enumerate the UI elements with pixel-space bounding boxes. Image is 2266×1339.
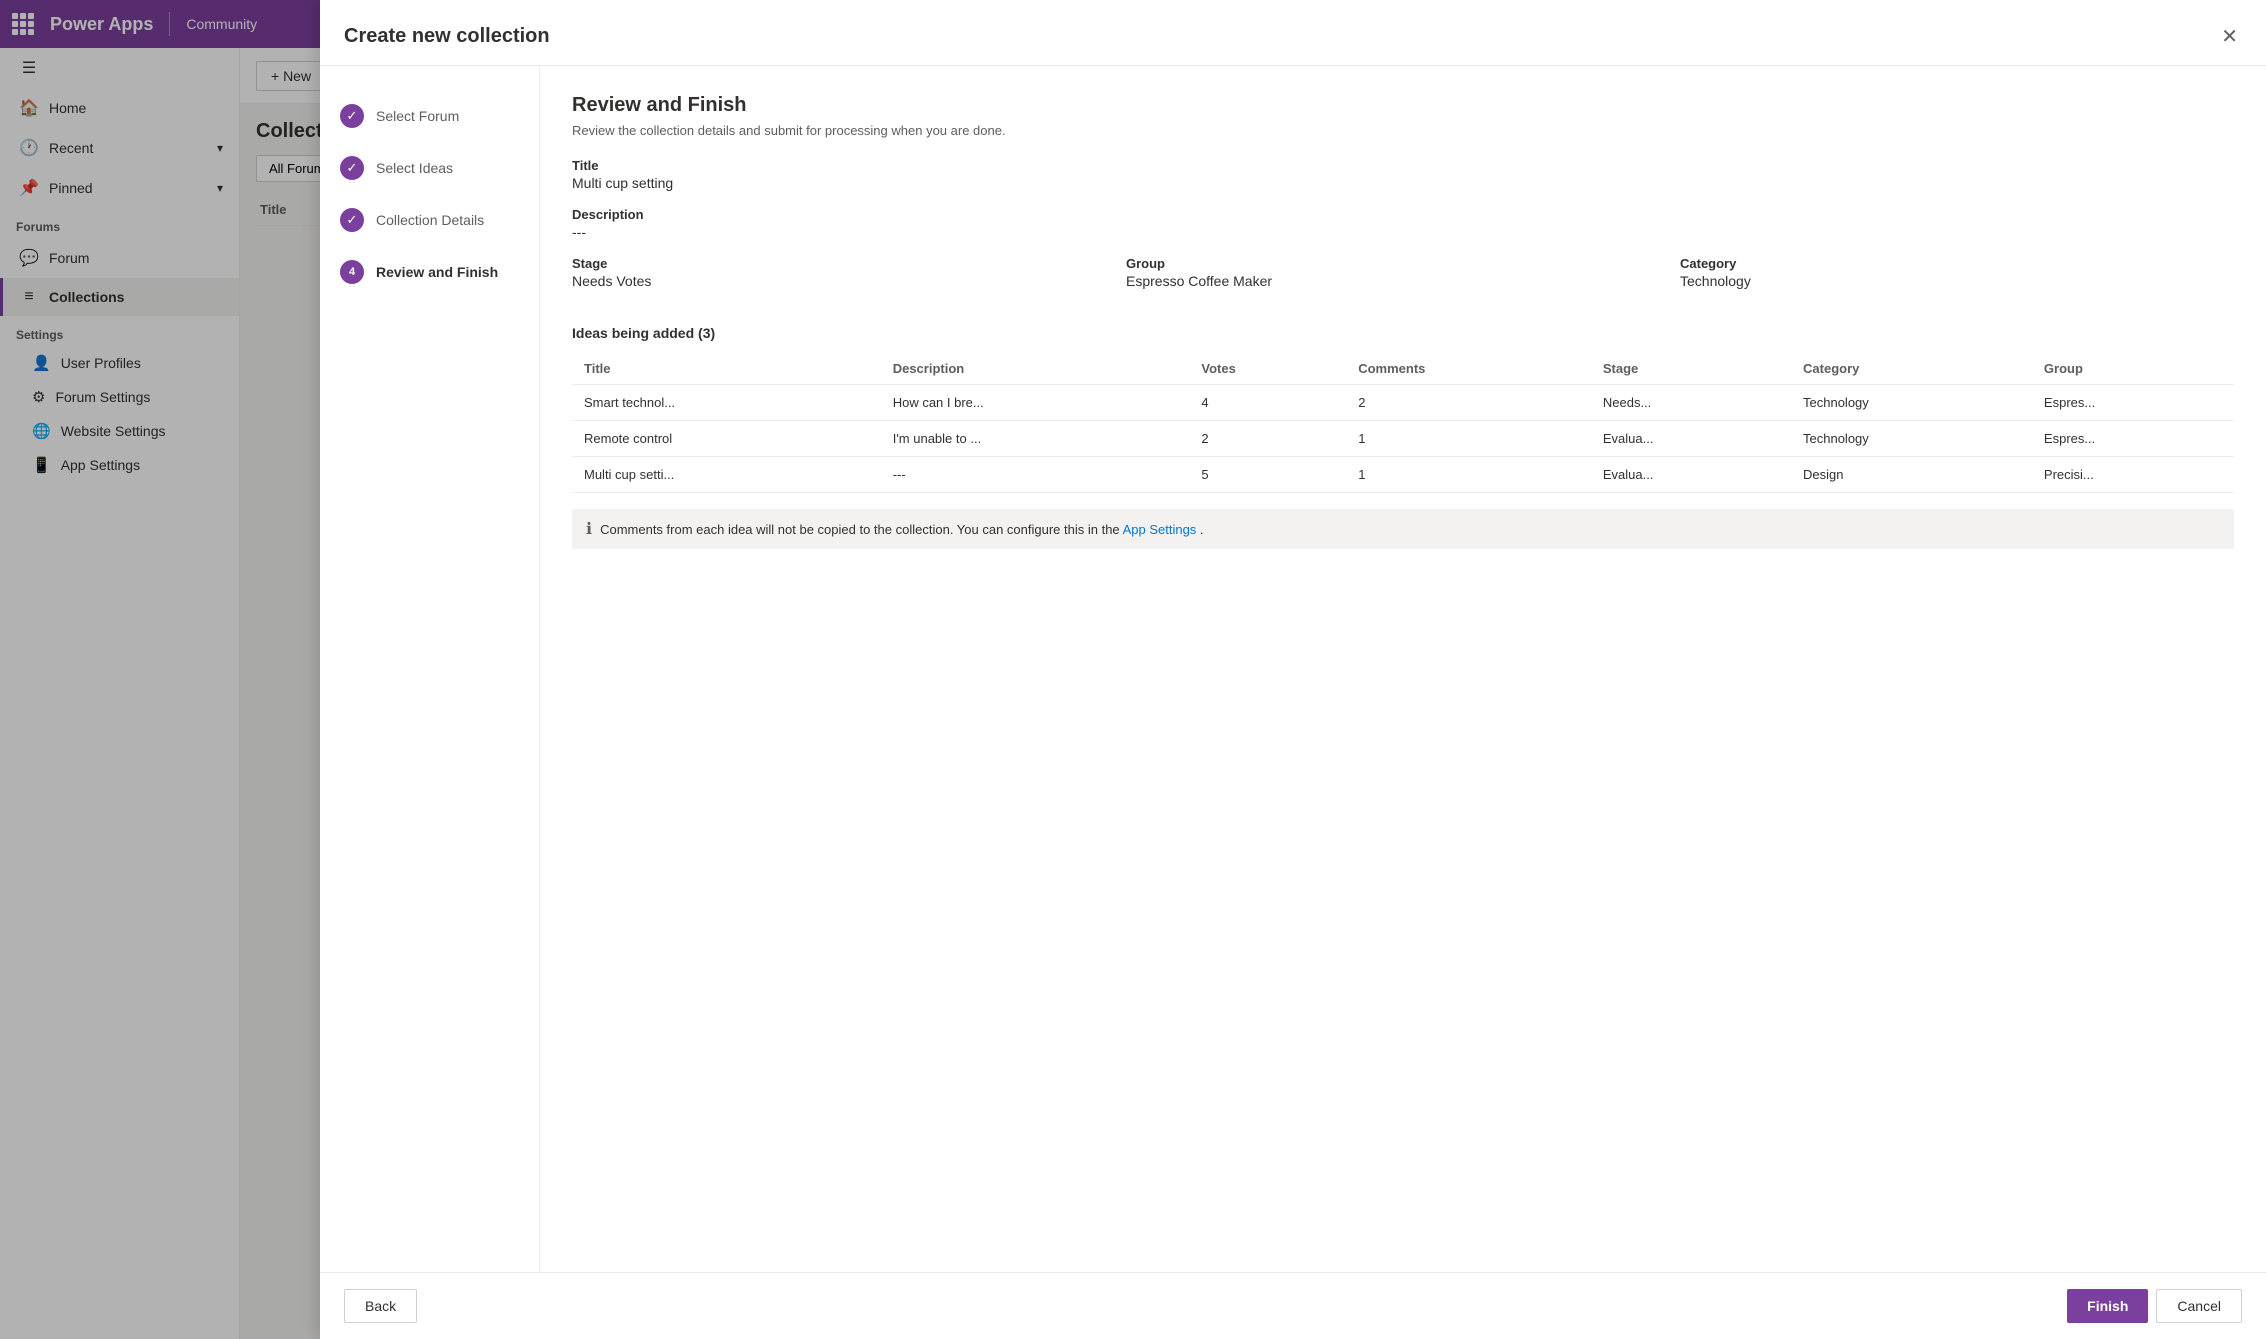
stage-value: Needs Votes [572, 273, 1126, 289]
cell-stage: Needs... [1591, 385, 1791, 421]
back-button[interactable]: Back [344, 1289, 417, 1323]
cell-title: Smart technol... [572, 385, 881, 421]
cell-comments: 1 [1346, 457, 1591, 493]
wizard-step-collection-details[interactable]: Collection Details [320, 194, 539, 246]
review-content: Review and Finish Review the collection … [540, 66, 2266, 1272]
footer-right: Finish Cancel [2067, 1289, 2242, 1323]
modal-header: Create new collection ✕ [320, 0, 2266, 66]
step-label-1: Select Forum [376, 108, 459, 124]
cell-category: Technology [1791, 385, 2032, 421]
cell-description: --- [881, 457, 1190, 493]
col-header-group: Group [2032, 353, 2234, 385]
cell-group: Espres... [2032, 385, 2234, 421]
wizard-steps: Select Forum Select Ideas Collection Det… [320, 66, 540, 1272]
cell-votes: 4 [1189, 385, 1346, 421]
info-text: Comments from each idea will not be copi… [600, 522, 1203, 537]
cell-title: Remote control [572, 421, 881, 457]
step-label-3: Collection Details [376, 212, 484, 228]
cell-votes: 2 [1189, 421, 1346, 457]
col-header-description: Description [881, 353, 1190, 385]
title-field-value: Multi cup setting [572, 175, 2234, 191]
cell-comments: 2 [1346, 385, 1591, 421]
step-label-4: Review and Finish [376, 264, 498, 280]
cell-group: Espres... [2032, 421, 2234, 457]
cell-category: Technology [1791, 421, 2032, 457]
col-header-votes: Votes [1189, 353, 1346, 385]
review-heading: Review and Finish [572, 94, 2234, 117]
stage-col: Stage Needs Votes [572, 256, 1126, 305]
app-settings-link[interactable]: App Settings [1123, 522, 1197, 537]
modal-title: Create new collection [344, 25, 550, 48]
group-col: Group Espresso Coffee Maker [1126, 256, 1680, 305]
ideas-count-label: Ideas being added (3) [572, 325, 2234, 341]
info-icon: ℹ [586, 519, 592, 539]
col-header-stage: Stage [1591, 353, 1791, 385]
col-header-comments: Comments [1346, 353, 1591, 385]
step-circle-4: 4 [340, 260, 364, 284]
stage-label: Stage [572, 256, 1126, 271]
category-col: Category Technology [1680, 256, 2234, 305]
description-field-value: --- [572, 224, 2234, 240]
group-value: Espresso Coffee Maker [1126, 273, 1680, 289]
step-label-2: Select Ideas [376, 160, 453, 176]
modal-body: Select Forum Select Ideas Collection Det… [320, 66, 2266, 1272]
modal-footer: Back Finish Cancel [320, 1272, 2266, 1339]
modal-panel: Create new collection ✕ Select Forum Sel… [320, 0, 2266, 1339]
table-row: Remote controlI'm unable to ...21Evalua.… [572, 421, 2234, 457]
info-banner: ℹ Comments from each idea will not be co… [572, 509, 2234, 549]
wizard-step-review-finish[interactable]: 4 Review and Finish [320, 246, 539, 298]
close-button[interactable]: ✕ [2217, 20, 2242, 53]
wizard-step-select-forum[interactable]: Select Forum [320, 90, 539, 142]
review-subtext: Review the collection details and submit… [572, 123, 2234, 138]
table-row: Multi cup setti...---51Evalua...DesignPr… [572, 457, 2234, 493]
step-circle-2 [340, 156, 364, 180]
modal-overlay: Create new collection ✕ Select Forum Sel… [0, 0, 2266, 1339]
step-circle-1 [340, 104, 364, 128]
step-circle-3 [340, 208, 364, 232]
col-header-title: Title [572, 353, 881, 385]
category-label: Category [1680, 256, 2234, 271]
review-meta-row: Stage Needs Votes Group Espresso Coffee … [572, 256, 2234, 305]
group-label: Group [1126, 256, 1680, 271]
finish-button[interactable]: Finish [2067, 1289, 2148, 1323]
cell-description: How can I bre... [881, 385, 1190, 421]
title-field-label: Title [572, 158, 2234, 173]
cell-title: Multi cup setti... [572, 457, 881, 493]
col-header-category: Category [1791, 353, 2032, 385]
cell-category: Design [1791, 457, 2032, 493]
ideas-table: Title Description Votes Comments Stage C… [572, 353, 2234, 493]
cell-votes: 5 [1189, 457, 1346, 493]
wizard-step-select-ideas[interactable]: Select Ideas [320, 142, 539, 194]
table-row: Smart technol...How can I bre...42Needs.… [572, 385, 2234, 421]
cell-stage: Evalua... [1591, 421, 1791, 457]
cell-description: I'm unable to ... [881, 421, 1190, 457]
cell-stage: Evalua... [1591, 457, 1791, 493]
category-value: Technology [1680, 273, 2234, 289]
description-field-label: Description [572, 207, 2234, 222]
cell-group: Precisi... [2032, 457, 2234, 493]
cancel-button[interactable]: Cancel [2156, 1289, 2242, 1323]
cell-comments: 1 [1346, 421, 1591, 457]
